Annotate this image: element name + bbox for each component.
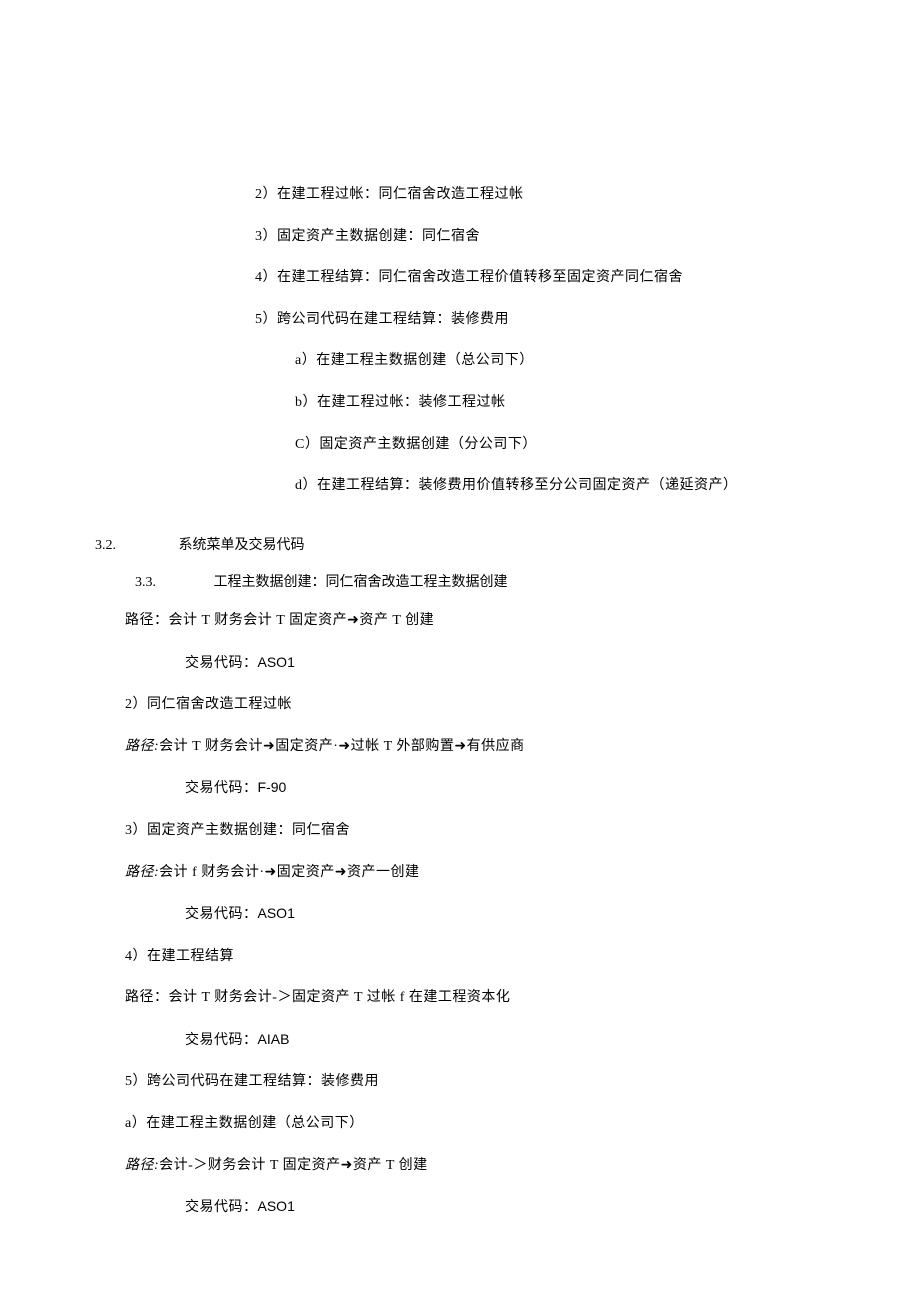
step-4-code: 交易代码：AIAB [95, 1030, 825, 1051]
step-5-heading: 5）跨公司代码在建工程结算：装修费用 [95, 1072, 825, 1092]
step-5-code: 交易代码：ASO1 [95, 1197, 825, 1218]
sublist-item-c: C）固定资产主数据创建（分公司下） [95, 435, 825, 455]
step-2-path: 路径:会计 T 财务会计➜固定资产·➜过帐 T 外部购置➜有供应商 [95, 737, 825, 757]
step-3-code: 交易代码：ASO1 [95, 904, 825, 925]
code-value: F-90 [258, 779, 287, 795]
path-label: 路径: [125, 1158, 159, 1173]
section-3-2-number: 3.2. [95, 536, 175, 556]
sublist-item-a: a）在建工程主数据创建（总公司下） [95, 351, 825, 371]
path-label: 路径: [125, 739, 159, 754]
code-value: ASO1 [258, 1198, 295, 1214]
code-label: 交易代码： [185, 781, 258, 796]
step-3-heading: 3）固定资产主数据创建：同仁宿舍 [95, 821, 825, 841]
sublist-item-d: d）在建工程结算：装修费用价值转移至分公司固定资产（递延资产） [95, 476, 825, 496]
section-3-3-heading: 3.3. 工程主数据创建：同仁宿舍改造工程主数据创建 [95, 573, 825, 593]
code-value: AIAB [258, 1031, 290, 1047]
path-text: 会计 f 财务会计·➜固定资产➜资产一创建 [159, 865, 419, 880]
path-text: 会计 T 财务会计 T 固定资产➜资产 T 创建 [169, 613, 435, 628]
path-text: 会计 T 财务会计-＞固定资产 T 过帐 f 在建工程资本化 [169, 990, 511, 1005]
path-text: 会计-＞财务会计 T 固定资产➜资产 T 创建 [159, 1158, 428, 1173]
step-3-path: 路径:会计 f 财务会计·➜固定资产➜资产一创建 [95, 863, 825, 883]
list-item-4: 4）在建工程结算：同仁宿舍改造工程价值转移至固定资产同仁宿舍 [95, 268, 825, 288]
list-item-3: 3）固定资产主数据创建：同仁宿舍 [95, 227, 825, 247]
list-item-2: 2）在建工程过帐：同仁宿舍改造工程过帐 [95, 185, 825, 205]
step-4-heading: 4）在建工程结算 [95, 947, 825, 967]
path-label: 路径: [125, 865, 159, 880]
code-value: ASO1 [258, 654, 295, 670]
path-text: 会计 T 财务会计➜固定资产·➜过帐 T 外部购置➜有供应商 [159, 739, 524, 754]
section-3-3-path: 路径：会计 T 财务会计 T 固定资产➜资产 T 创建 [95, 611, 825, 631]
section-3-2-title: 系统菜单及交易代码 [179, 538, 305, 553]
section-3-2-heading: 3.2. 系统菜单及交易代码 [95, 536, 825, 556]
path-label: 路径： [125, 613, 169, 628]
code-label: 交易代码： [185, 1033, 258, 1048]
code-label: 交易代码： [185, 1200, 258, 1215]
step-2-heading: 2）同仁宿舍改造工程过帐 [95, 695, 825, 715]
step-5-path: 路径:会计-＞财务会计 T 固定资产➜资产 T 创建 [95, 1156, 825, 1176]
list-item-5: 5）跨公司代码在建工程结算：装修费用 [95, 310, 825, 330]
section-3-3-title: 工程主数据创建：同仁宿舍改造工程主数据创建 [214, 575, 508, 590]
code-label: 交易代码： [185, 907, 258, 922]
step-4-path: 路径：会计 T 财务会计-＞固定资产 T 过帐 f 在建工程资本化 [95, 988, 825, 1008]
step-2-code: 交易代码：F-90 [95, 778, 825, 799]
code-value: ASO1 [258, 905, 295, 921]
path-label: 路径： [125, 990, 169, 1005]
step-5-sub-a: a）在建工程主数据创建（总公司下） [95, 1114, 825, 1134]
section-3-3-number: 3.3. [135, 573, 210, 593]
sublist-item-b: b）在建工程过帐：装修工程过帐 [95, 393, 825, 413]
code-label: 交易代码： [185, 656, 258, 671]
section-3-3-code: 交易代码：ASO1 [95, 653, 825, 674]
